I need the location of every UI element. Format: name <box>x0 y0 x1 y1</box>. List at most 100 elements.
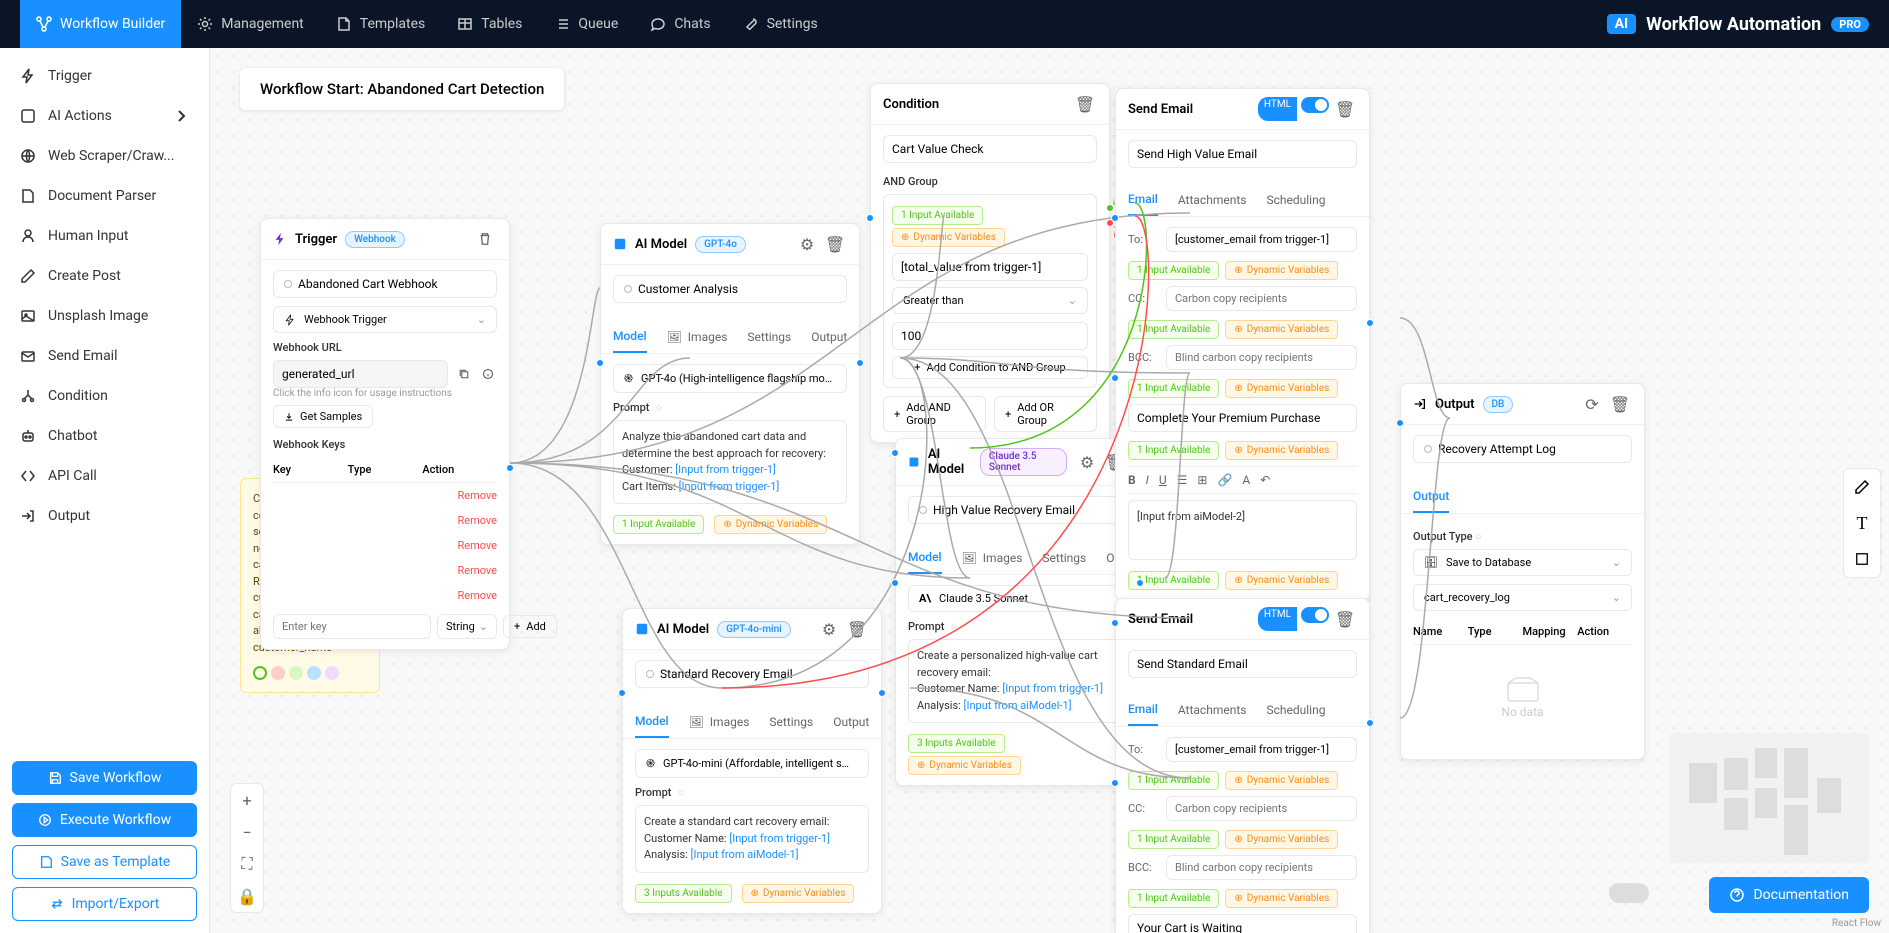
subject-input[interactable] <box>1128 404 1357 432</box>
trigger-type-select[interactable]: Webhook Trigger⌄ <box>273 306 497 333</box>
sidebar-item-parser[interactable]: Document Parser <box>0 176 209 216</box>
model-select[interactable]: A\ Claude 3.5 Sonnet <box>908 585 1127 612</box>
execute-workflow-button[interactable]: Execute Workflow <box>12 803 197 837</box>
import-export-button[interactable]: Import/Export <box>12 887 197 921</box>
email-body[interactable]: [Input from aiModel-2] <box>1128 500 1357 560</box>
get-samples-button[interactable]: Get Samples <box>273 405 373 428</box>
nav-settings[interactable]: Settings <box>727 0 834 48</box>
save-workflow-button[interactable]: Save Workflow <box>12 761 197 795</box>
prompt-textarea[interactable]: Analyze this abandoned cart data and det… <box>613 420 847 504</box>
node-name-field[interactable]: Customer Analysis <box>613 275 847 303</box>
tab-settings[interactable]: Settings <box>1042 542 1086 574</box>
fit-view-button[interactable]: ⛶ <box>231 848 263 880</box>
minimap[interactable] <box>1669 733 1869 863</box>
tab-settings[interactable]: Settings <box>769 706 813 738</box>
type-select[interactable]: String⌄ <box>437 614 497 639</box>
sidebar-item-scraper[interactable]: Web Scraper/Craw... <box>0 136 209 176</box>
delete-icon[interactable]: 🗑 <box>845 617 869 641</box>
settings-icon[interactable]: ⚙ <box>795 232 819 256</box>
cc-input[interactable] <box>1166 286 1357 311</box>
remove-button[interactable]: Remove <box>457 489 497 502</box>
node-name-field[interactable]: Recovery Attempt Log <box>1413 435 1632 463</box>
remove-button[interactable]: Remove <box>457 589 497 602</box>
tab-images[interactable]: 🖼 Images <box>689 706 750 738</box>
zoom-in-button[interactable]: + <box>231 784 263 816</box>
sidebar-item-ai-actions[interactable]: AI Actions <box>0 96 209 136</box>
delete-icon[interactable]: 🗑 <box>1608 392 1632 416</box>
condition-op-select[interactable]: Greater than⌄ <box>892 287 1088 314</box>
tab-email[interactable]: Email <box>1128 184 1158 216</box>
delete-icon[interactable]: 🗑 <box>1333 607 1357 631</box>
key-input[interactable] <box>273 614 431 639</box>
node-name-field[interactable]: High Value Recovery Email <box>908 496 1127 524</box>
node-ai-model-2[interactable]: AI Model GPT-4o-mini ⚙🗑 Standard Recover… <box>622 608 882 914</box>
sidebar-item-chatbot[interactable]: Chatbot <box>0 416 209 456</box>
html-toggle[interactable] <box>1301 97 1329 113</box>
nav-management[interactable]: Management <box>181 0 319 48</box>
email-name-input[interactable] <box>1128 650 1357 678</box>
remove-button[interactable]: Remove <box>457 514 497 527</box>
model-select[interactable]: ֎ GPT-4o (High-intelligence flagship mod… <box>613 364 847 393</box>
node-condition[interactable]: Condition 🗑 AND Group 1 Input Available … <box>870 83 1110 443</box>
to-input[interactable] <box>1166 737 1357 762</box>
nav-chats[interactable]: Chats <box>634 0 726 48</box>
settings-icon[interactable]: ⚙ <box>817 617 841 641</box>
tab-model[interactable]: Model <box>613 321 647 353</box>
add-or-button[interactable]: + Add OR Group <box>994 396 1097 432</box>
tab-output[interactable]: Output <box>811 321 847 353</box>
theme-toggle[interactable] <box>1609 883 1649 903</box>
tab-attachments[interactable]: Attachments <box>1178 694 1247 726</box>
delete-icon[interactable] <box>473 227 497 251</box>
remove-button[interactable]: Remove <box>457 539 497 552</box>
node-ai-model-1[interactable]: AI Model GPT-4o ⚙🗑 Customer Analysis Mod… <box>600 223 860 545</box>
lock-button[interactable]: 🔒 <box>231 880 263 912</box>
sidebar-item-output[interactable]: Output <box>0 496 209 536</box>
output-table-select[interactable]: cart_recovery_log⌄ <box>1413 584 1632 611</box>
delete-icon[interactable]: 🗑 <box>1073 92 1097 116</box>
text-tool-button[interactable]: T <box>1844 505 1880 541</box>
shape-tool-button[interactable] <box>1844 541 1880 577</box>
sidebar-item-unsplash[interactable]: Unsplash Image <box>0 296 209 336</box>
tab-model[interactable]: Model <box>908 542 942 574</box>
dynamic-vars-button[interactable]: ⊕ Dynamic Variables <box>742 884 855 903</box>
save-template-button[interactable]: Save as Template <box>12 845 197 879</box>
copy-icon[interactable] <box>454 362 472 386</box>
prompt-textarea[interactable]: Create a personalized high-value cart re… <box>908 639 1127 723</box>
sidebar-item-human[interactable]: Human Input <box>0 216 209 256</box>
html-toggle[interactable] <box>1301 607 1329 623</box>
node-ai-model-3[interactable]: AI Model Claude 3.5 Sonnet ⚙🗑 High Value… <box>895 438 1140 786</box>
workflow-canvas[interactable]: Workflow Start: Abandoned Cart Detection… <box>210 48 1889 933</box>
bcc-input[interactable] <box>1166 855 1357 880</box>
condition-name-input[interactable] <box>883 135 1097 163</box>
nav-templates[interactable]: Templates <box>320 0 442 48</box>
add-button[interactable]: + Add <box>503 615 557 638</box>
refresh-icon[interactable]: ⟳ <box>1580 392 1604 416</box>
dynamic-vars-button[interactable]: ⊕ Dynamic Variables <box>908 756 1021 775</box>
zoom-out-button[interactable]: − <box>231 816 263 848</box>
tab-scheduling[interactable]: Scheduling <box>1266 694 1325 726</box>
sidebar-item-email[interactable]: Send Email <box>0 336 209 376</box>
tab-email[interactable]: Email <box>1128 694 1158 726</box>
tab-images[interactable]: 🖼 Images <box>667 321 728 353</box>
output-type-select[interactable]: 🗄 Save to Database⌄ <box>1413 549 1632 576</box>
tab-output[interactable]: Output <box>1413 481 1449 513</box>
documentation-button[interactable]: Documentation <box>1709 877 1869 913</box>
sidebar-item-condition[interactable]: Condition <box>0 376 209 416</box>
edit-tool-button[interactable] <box>1844 469 1880 505</box>
node-output[interactable]: Output DB ⟳🗑 Recovery Attempt Log Output… <box>1400 383 1645 760</box>
sidebar-item-trigger[interactable]: Trigger <box>0 56 209 96</box>
tab-images[interactable]: 🖼 Images <box>962 542 1023 574</box>
sticky-color-picker[interactable] <box>253 666 367 680</box>
delete-icon[interactable]: 🗑 <box>823 232 847 256</box>
email-name-input[interactable] <box>1128 140 1357 168</box>
nav-queue[interactable]: Queue <box>538 0 634 48</box>
cc-input[interactable] <box>1166 796 1357 821</box>
info-icon[interactable] <box>479 362 497 386</box>
condition-value-input[interactable] <box>892 322 1088 350</box>
node-send-email-2[interactable]: Send Email HTML 🗑 Email Attachments Sche… <box>1115 598 1370 933</box>
sidebar-item-api[interactable]: API Call <box>0 456 209 496</box>
nav-tables[interactable]: Tables <box>441 0 538 48</box>
node-name-field[interactable]: Abandoned Cart Webhook <box>273 270 497 298</box>
subject-input[interactable] <box>1128 914 1357 933</box>
prompt-textarea[interactable]: Create a standard cart recovery email: C… <box>635 805 869 873</box>
